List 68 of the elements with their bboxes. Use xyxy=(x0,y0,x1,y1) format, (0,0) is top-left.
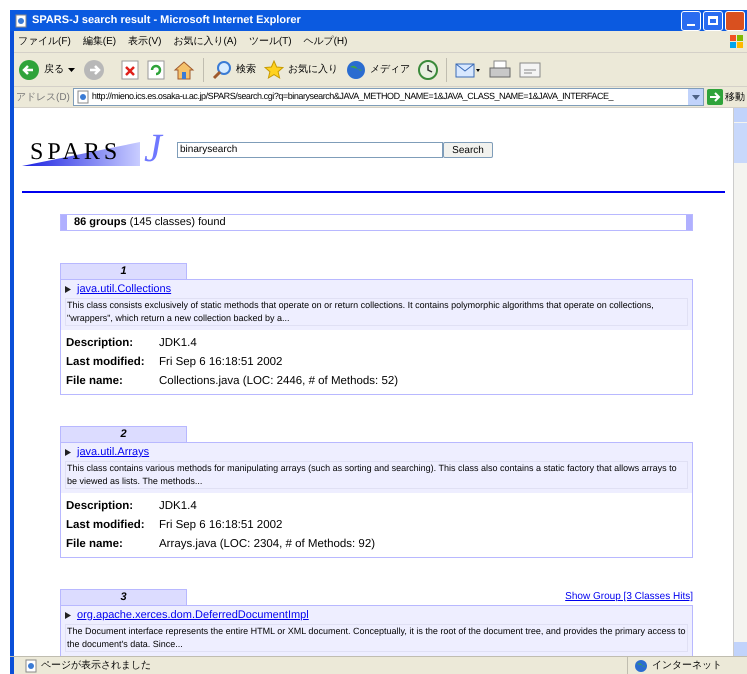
field-label: Description: xyxy=(66,499,134,514)
class-link[interactable]: java.util.Collections xyxy=(77,282,172,296)
windows-logo-icon xyxy=(729,34,745,50)
dropdown-icon xyxy=(68,68,75,72)
field-value: JDK1.4 xyxy=(159,336,197,351)
minimize-button[interactable] xyxy=(681,10,701,30)
search-button[interactable]: 検索 xyxy=(212,60,256,80)
spars-logo: SPARS J xyxy=(22,126,172,174)
field-label: File name: xyxy=(66,374,124,389)
class-description: The Document interface represents the entire HTML or XML document. Conceptually, it is the root of the document tree, and provides the primary access to the document's data. Since... xyxy=(65,624,688,652)
group-number: 1 xyxy=(60,263,187,279)
favorites-button[interactable]: お気に入り xyxy=(264,60,338,80)
triangle-icon xyxy=(65,448,71,456)
class-description: This class consists exclusively of static methods that operate on or return collections. It contains polymorphic algorithms that operate on collections, "wrappers", which return a new collection backed by a... xyxy=(65,298,688,326)
menu-item[interactable]: 表示(V) xyxy=(128,34,162,49)
menu-item[interactable]: お気に入り(A) xyxy=(173,34,237,49)
menu-item[interactable]: ヘルプ(H) xyxy=(304,34,348,49)
search-button[interactable]: Search xyxy=(443,142,493,158)
chevron-down-icon xyxy=(692,94,700,100)
status-text: ページが表示されました xyxy=(41,658,151,673)
class-link[interactable]: java.util.Arrays xyxy=(77,445,150,459)
home-icon[interactable] xyxy=(173,60,195,80)
window-title: SPARS-J search result - Microsoft Internet Explorer xyxy=(32,13,301,28)
close-button[interactable] xyxy=(725,10,745,30)
class-link[interactable]: org.apache.xerces.dom.DeferredDocumentImpl xyxy=(77,608,309,622)
edit-icon[interactable] xyxy=(519,60,541,80)
scrollbar[interactable] xyxy=(733,108,747,656)
field-label: Last modified: xyxy=(66,518,146,533)
menu-item[interactable]: ツール(T) xyxy=(248,34,292,49)
field-value: JDK1.4 xyxy=(159,499,197,514)
history-icon[interactable] xyxy=(418,60,438,80)
field-value: Fri Sep 6 16:18:51 2002 xyxy=(159,355,282,370)
back-button[interactable]: 戻る xyxy=(18,58,75,80)
field-value: Collections.java (LOC: 2446, # of Methods: 52) xyxy=(159,374,398,389)
stop-icon[interactable] xyxy=(121,60,139,80)
media-button[interactable]: メディア xyxy=(346,60,410,80)
go-button[interactable]: 移動 xyxy=(707,89,747,105)
menu-item[interactable]: 編集(E) xyxy=(82,34,116,49)
page-icon xyxy=(14,14,28,28)
search-field[interactable]: binarysearch xyxy=(177,142,443,158)
field-label: Description: xyxy=(66,336,134,351)
field-value: Arrays.java (LOC: 2304, # of Methods: 92) xyxy=(159,537,376,552)
magnifier-icon xyxy=(212,60,232,80)
group-number: 2 xyxy=(60,426,187,442)
zone-label: インターネット xyxy=(652,659,722,673)
star-icon xyxy=(264,60,284,80)
refresh-icon[interactable] xyxy=(147,60,165,80)
address-field[interactable]: http://mieno.ics.es.osaka-u.ac.jp/SPARS/search.cgi?q=binarysearch&JAVA_METHOD_NAME=1&JAVA_CLASS_NAME=1&JAVA_INTERFACE_ xyxy=(72,88,704,106)
page-icon xyxy=(76,90,90,104)
group-number: 3 xyxy=(60,589,187,605)
go-arrow-icon xyxy=(707,89,723,105)
class-description: This class contains various methods for manipulating arrays (such as sorting and searching). This class also contains a static factory that allows arrays to be viewed as lists. The methods... xyxy=(65,461,688,489)
results-summary: 86 groups (145 classes) found xyxy=(73,215,227,230)
menu-item[interactable]: ファイル(F) xyxy=(18,34,71,49)
dropdown-button[interactable] xyxy=(688,89,703,105)
maximize-button[interactable] xyxy=(703,10,723,30)
printer-icon[interactable] xyxy=(489,60,511,80)
page-icon xyxy=(24,658,38,672)
globe-icon xyxy=(634,658,648,672)
field-label: File name: xyxy=(66,537,124,552)
scroll-thumb[interactable] xyxy=(734,123,747,163)
address-label: アドレス(D) xyxy=(16,90,70,104)
triangle-icon xyxy=(65,612,71,618)
show-group-link[interactable]: Show Group [3 Classes Hits] xyxy=(565,589,693,604)
globe-icon xyxy=(346,60,366,80)
field-value: Fri Sep 6 16:18:51 2002 xyxy=(159,518,282,533)
triangle-icon xyxy=(65,286,71,292)
field-label: Last modified: xyxy=(66,355,146,370)
